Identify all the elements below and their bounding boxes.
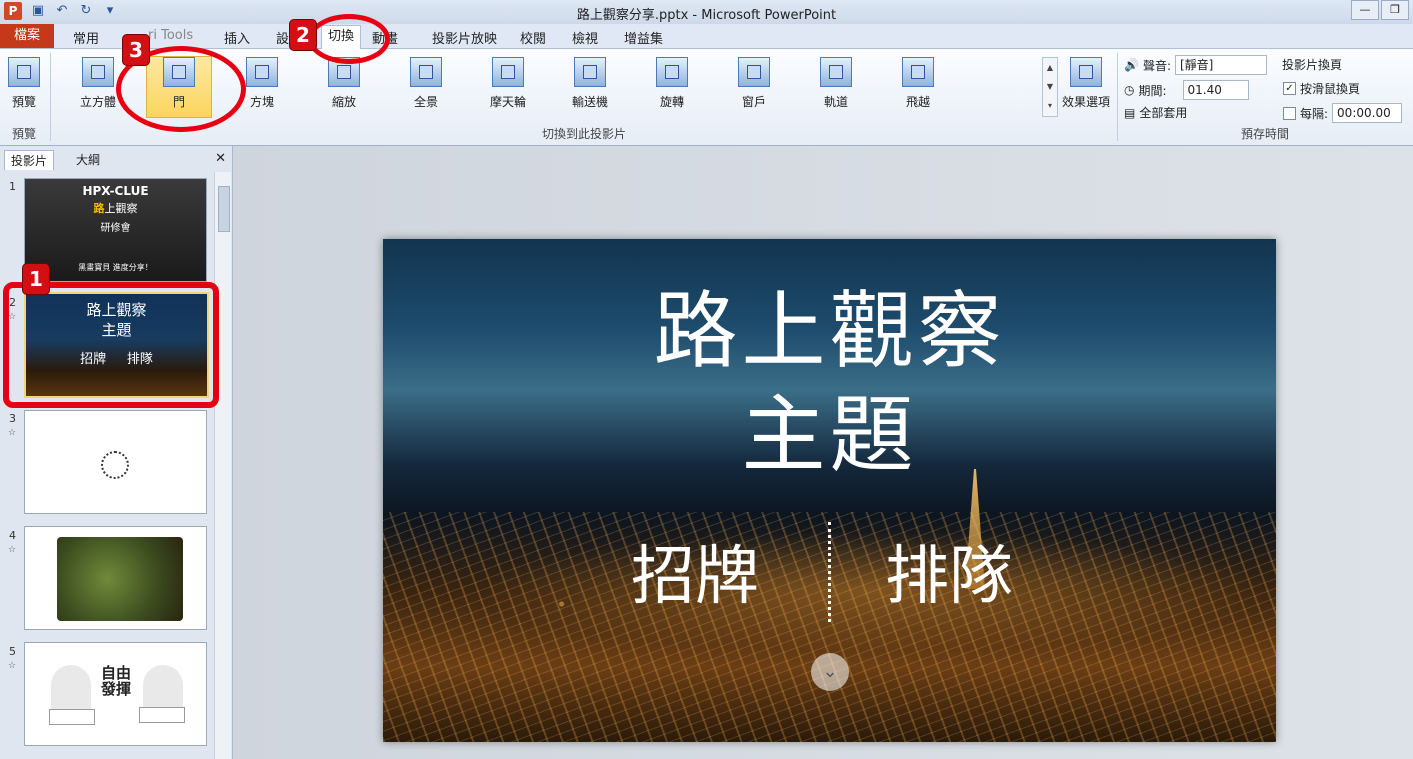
slide-right-topic: 排隊 [885, 540, 1013, 614]
step-badge-3: 3 [122, 34, 150, 66]
title-bar: P ▣ ↶ ↻ ▾ 路上觀察分享.pptx - Microsoft PowerP… [0, 0, 1413, 24]
close-icon[interactable]: ✕ [215, 151, 226, 166]
group-divider [50, 53, 51, 141]
slide-thumbnail-3[interactable] [24, 410, 207, 514]
cube-icon [82, 57, 114, 87]
tab-design[interactable]: 設 [276, 28, 289, 47]
sign-image [49, 709, 95, 725]
person-image [143, 665, 183, 713]
effect-options-icon [1070, 57, 1102, 87]
group-label-preview: 預覽 [11, 127, 36, 141]
tab-home[interactable]: 常用 [73, 28, 99, 47]
after-checkbox[interactable] [1283, 106, 1296, 120]
highlight-transitions-tab [308, 14, 390, 64]
slide-thumbnail-5[interactable]: 自由發揮 [24, 642, 207, 746]
restore-button[interactable]: ❐ [1381, 0, 1409, 20]
chevron-down-icon: ⌄ [811, 653, 849, 691]
slide-left-topic: 招牌 [631, 540, 759, 614]
slide-thumbnail-1[interactable]: HPX-CLUE 路上觀察 研修會 黑畫寶貝 進度分享！ [24, 178, 207, 282]
animation-star-icon: ☆ [8, 428, 17, 438]
slides-panel: 投影片 大綱 ✕ 1 HPX-CLUE 路上觀察 研修會 黑畫寶貝 進度分享！ … [0, 146, 233, 759]
person-image [51, 665, 91, 713]
on-click-checkbox[interactable]: ✓ [1283, 82, 1296, 95]
after-spinner[interactable]: 00:00.00 [1332, 103, 1403, 123]
minimize-button[interactable]: — [1351, 0, 1379, 20]
clock-icon: ◷ [1124, 83, 1135, 97]
group-divider [1117, 53, 1118, 141]
tab-view[interactable]: 檢視 [572, 28, 598, 47]
tab-outline[interactable]: 大綱 [70, 150, 106, 169]
slide-title: 路上觀察 主題 [653, 282, 1006, 484]
tab-tools[interactable]: ri Tools [148, 28, 193, 43]
scrollbar-thumb[interactable] [218, 186, 230, 232]
step-badge-1: 1 [22, 263, 50, 295]
box-icon [246, 57, 278, 87]
panel-scrollbar[interactable] [214, 172, 231, 759]
sign-image [139, 707, 185, 723]
highlight-slide-2 [3, 282, 219, 408]
ferris-wheel-icon [492, 57, 524, 87]
tab-slides[interactable]: 投影片 [4, 150, 55, 170]
pan-icon [410, 57, 442, 87]
after-row: 每隔: 00:00.00 [1283, 103, 1403, 123]
gallery-scrollbar[interactable]: ▲ ▼ ▾ [1042, 57, 1058, 117]
transition-rotate[interactable]: 旋轉 [640, 57, 704, 115]
apply-all-button[interactable]: ▤ 全部套用 [1124, 104, 1187, 121]
flythrough-icon [902, 57, 934, 87]
effect-options-button[interactable]: 效果選項 [1058, 57, 1114, 115]
transition-flythrough[interactable]: 飛越 [886, 57, 950, 115]
slide-thumbnail-4[interactable] [24, 526, 207, 630]
tab-addins[interactable]: 增益集 [624, 28, 663, 47]
tree-image [57, 537, 183, 621]
sound-row: 🔊 聲音: [靜音] [1124, 55, 1267, 75]
step-badge-2: 2 [289, 19, 317, 51]
preview-button[interactable]: 預覽 [0, 57, 48, 115]
transition-pan[interactable]: 全景 [394, 57, 458, 115]
sound-icon: 🔊 [1124, 58, 1139, 72]
rotate-icon [656, 57, 688, 87]
advance-slide-title: 投影片換頁 [1282, 58, 1343, 72]
transition-window[interactable]: 窗戶 [722, 57, 786, 115]
tab-insert[interactable]: 插入 [224, 28, 250, 47]
tab-file[interactable]: 檔案 [0, 24, 54, 48]
tab-slideshow[interactable]: 投影片放映 [432, 28, 497, 47]
duration-row: ◷ 期間: 01.40 [1124, 80, 1249, 100]
dotted-divider [828, 522, 834, 622]
current-slide[interactable]: 路上觀察 主題 招牌 排隊 ⌄ [383, 239, 1276, 742]
transition-ferris[interactable]: 摩天輪 [476, 57, 540, 115]
orbit-icon [820, 57, 852, 87]
window-title: 路上觀察分享.pptx - Microsoft PowerPoint [576, 8, 837, 23]
transition-orbit[interactable]: 軌道 [804, 57, 868, 115]
transition-conveyor[interactable]: 輸送機 [558, 57, 622, 115]
group-label-transition: 切換到此投影片 [541, 127, 626, 141]
duration-spinner[interactable]: 01.40 [1182, 80, 1249, 100]
animation-star-icon: ☆ [8, 661, 17, 671]
transition-zoom[interactable]: 縮放 [312, 57, 376, 115]
animation-star-icon: ☆ [8, 545, 17, 555]
preview-icon [8, 57, 40, 87]
conveyor-icon [574, 57, 606, 87]
sound-dropdown[interactable]: [靜音] [1175, 55, 1267, 75]
slide-thumbnails: 1 HPX-CLUE 路上觀察 研修會 黑畫寶貝 進度分享！ 2 ☆ 路上觀察主… [0, 172, 214, 759]
apply-all-icon: ▤ [1124, 105, 1136, 120]
tab-review[interactable]: 校閱 [520, 28, 546, 47]
on-click-row: ✓ 按滑鼠換頁 [1283, 80, 1360, 97]
group-label-timing: 預存時間 [1240, 127, 1289, 141]
window-icon [738, 57, 770, 87]
loading-spinner-icon [101, 451, 129, 479]
ribbon-tabs: 檔案 常用 ri Tools 插入 設 切換 動畫 投影片放映 校閱 檢視 增益… [0, 24, 1413, 49]
